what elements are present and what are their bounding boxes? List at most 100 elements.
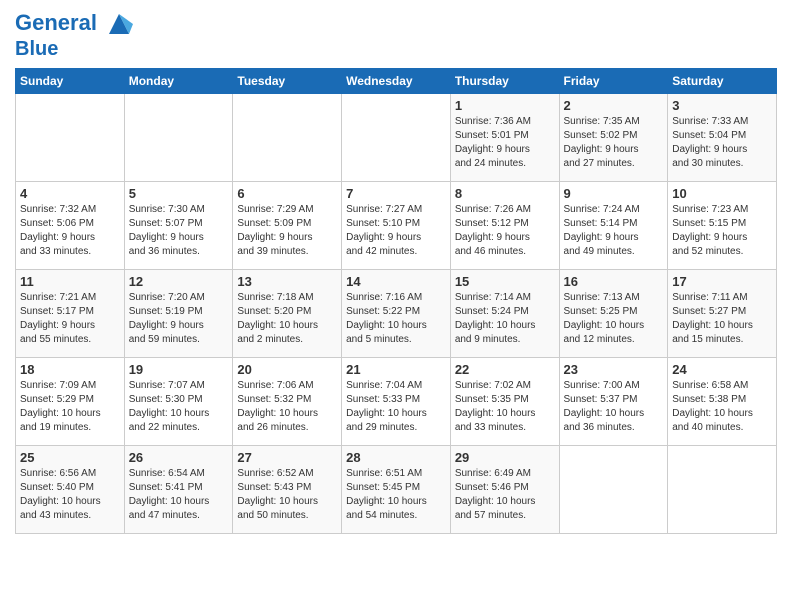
day-number: 14 (346, 274, 446, 289)
day-cell (16, 94, 125, 182)
day-number: 3 (672, 98, 772, 113)
day-number: 18 (20, 362, 120, 377)
week-row-2: 4 Sunrise: 7:32 AM Sunset: 5:06 PM Daylig… (16, 182, 777, 270)
day-cell: 19 Sunrise: 7:07 AM Sunset: 5:30 PM Dayli… (124, 358, 233, 446)
header-saturday: Saturday (668, 69, 777, 94)
header-friday: Friday (559, 69, 668, 94)
day-info: Sunrise: 7:32 AM Sunset: 5:06 PM Dayligh… (20, 203, 120, 259)
logo: General Blue (15, 10, 133, 60)
day-number: 15 (455, 274, 555, 289)
week-row-3: 11 Sunrise: 7:21 AM Sunset: 5:17 PM Dayli… (16, 270, 777, 358)
day-info: Sunrise: 6:54 AM Sunset: 5:41 PM Dayligh… (129, 467, 229, 523)
day-info: Sunrise: 7:24 AM Sunset: 5:14 PM Dayligh… (564, 203, 664, 259)
header-sunday: Sunday (16, 69, 125, 94)
day-cell: 29 Sunrise: 6:49 AM Sunset: 5:46 PM Dayli… (450, 446, 559, 534)
calendar-table: SundayMondayTuesdayWednesdayThursdayFrid… (15, 68, 777, 534)
day-cell (559, 446, 668, 534)
day-cell: 13 Sunrise: 7:18 AM Sunset: 5:20 PM Dayli… (233, 270, 342, 358)
week-row-4: 18 Sunrise: 7:09 AM Sunset: 5:29 PM Dayli… (16, 358, 777, 446)
day-cell: 1Sunrise: 7:36 AM Sunset: 5:01 PM Daylig… (450, 94, 559, 182)
day-info: Sunrise: 6:49 AM Sunset: 5:46 PM Dayligh… (455, 467, 555, 523)
day-number: 19 (129, 362, 229, 377)
header-wednesday: Wednesday (342, 69, 451, 94)
day-number: 4 (20, 186, 120, 201)
day-number: 25 (20, 450, 120, 465)
day-info: Sunrise: 7:11 AM Sunset: 5:27 PM Dayligh… (672, 291, 772, 347)
day-number: 17 (672, 274, 772, 289)
logo-general: General (15, 10, 97, 35)
day-cell: 21 Sunrise: 7:04 AM Sunset: 5:33 PM Dayli… (342, 358, 451, 446)
page-header: General Blue (15, 10, 777, 60)
day-cell: 15 Sunrise: 7:14 AM Sunset: 5:24 PM Dayli… (450, 270, 559, 358)
day-info: Sunrise: 7:30 AM Sunset: 5:07 PM Dayligh… (129, 203, 229, 259)
day-cell: 2Sunrise: 7:35 AM Sunset: 5:02 PM Daylig… (559, 94, 668, 182)
day-info: Sunrise: 7:02 AM Sunset: 5:35 PM Dayligh… (455, 379, 555, 435)
day-number: 10 (672, 186, 772, 201)
header-tuesday: Tuesday (233, 69, 342, 94)
day-cell: 26 Sunrise: 6:54 AM Sunset: 5:41 PM Dayli… (124, 446, 233, 534)
day-cell: 10 Sunrise: 7:23 AM Sunset: 5:15 PM Dayli… (668, 182, 777, 270)
day-cell: 8 Sunrise: 7:26 AM Sunset: 5:12 PM Daylig… (450, 182, 559, 270)
day-number: 22 (455, 362, 555, 377)
day-cell: 25 Sunrise: 6:56 AM Sunset: 5:40 PM Dayli… (16, 446, 125, 534)
day-info: Sunrise: 7:20 AM Sunset: 5:19 PM Dayligh… (129, 291, 229, 347)
day-cell: 9Sunrise: 7:24 AM Sunset: 5:14 PM Daylig… (559, 182, 668, 270)
day-number: 21 (346, 362, 446, 377)
day-cell: 23 Sunrise: 7:00 AM Sunset: 5:37 PM Dayli… (559, 358, 668, 446)
day-number: 24 (672, 362, 772, 377)
day-cell: 18 Sunrise: 7:09 AM Sunset: 5:29 PM Dayli… (16, 358, 125, 446)
day-cell: 14Sunrise: 7:16 AM Sunset: 5:22 PM Dayli… (342, 270, 451, 358)
day-cell: 22 Sunrise: 7:02 AM Sunset: 5:35 PM Dayli… (450, 358, 559, 446)
day-info: Sunrise: 7:14 AM Sunset: 5:24 PM Dayligh… (455, 291, 555, 347)
day-info: Sunrise: 7:23 AM Sunset: 5:15 PM Dayligh… (672, 203, 772, 259)
day-number: 28 (346, 450, 446, 465)
week-row-5: 25 Sunrise: 6:56 AM Sunset: 5:40 PM Dayli… (16, 446, 777, 534)
logo-text: General (15, 10, 133, 38)
day-info: Sunrise: 7:07 AM Sunset: 5:30 PM Dayligh… (129, 379, 229, 435)
day-cell: 24 Sunrise: 6:58 AM Sunset: 5:38 PM Dayli… (668, 358, 777, 446)
day-info: Sunrise: 7:29 AM Sunset: 5:09 PM Dayligh… (237, 203, 337, 259)
day-info: Sunrise: 7:26 AM Sunset: 5:12 PM Dayligh… (455, 203, 555, 259)
day-cell: 12 Sunrise: 7:20 AM Sunset: 5:19 PM Dayli… (124, 270, 233, 358)
day-info: Sunrise: 6:52 AM Sunset: 5:43 PM Dayligh… (237, 467, 337, 523)
day-cell: 6Sunrise: 7:29 AM Sunset: 5:09 PM Daylig… (233, 182, 342, 270)
day-number: 16 (564, 274, 664, 289)
day-info: Sunrise: 7:04 AM Sunset: 5:33 PM Dayligh… (346, 379, 446, 435)
day-cell: 28 Sunrise: 6:51 AM Sunset: 5:45 PM Dayli… (342, 446, 451, 534)
day-number: 12 (129, 274, 229, 289)
day-cell: 16 Sunrise: 7:13 AM Sunset: 5:25 PM Dayli… (559, 270, 668, 358)
day-info: Sunrise: 6:58 AM Sunset: 5:38 PM Dayligh… (672, 379, 772, 435)
day-cell: 4 Sunrise: 7:32 AM Sunset: 5:06 PM Daylig… (16, 182, 125, 270)
day-info: Sunrise: 7:27 AM Sunset: 5:10 PM Dayligh… (346, 203, 446, 259)
day-number: 5 (129, 186, 229, 201)
day-info: Sunrise: 7:18 AM Sunset: 5:20 PM Dayligh… (237, 291, 337, 347)
day-number: 26 (129, 450, 229, 465)
day-cell: 17 Sunrise: 7:11 AM Sunset: 5:27 PM Dayli… (668, 270, 777, 358)
day-number: 7 (346, 186, 446, 201)
day-number: 23 (564, 362, 664, 377)
day-number: 13 (237, 274, 337, 289)
day-number: 29 (455, 450, 555, 465)
day-info: Sunrise: 7:00 AM Sunset: 5:37 PM Dayligh… (564, 379, 664, 435)
day-cell: 11 Sunrise: 7:21 AM Sunset: 5:17 PM Dayli… (16, 270, 125, 358)
day-info: Sunrise: 7:09 AM Sunset: 5:29 PM Dayligh… (20, 379, 120, 435)
day-number: 2 (564, 98, 664, 113)
header-monday: Monday (124, 69, 233, 94)
day-info: Sunrise: 6:56 AM Sunset: 5:40 PM Dayligh… (20, 467, 120, 523)
calendar-header-row: SundayMondayTuesdayWednesdayThursdayFrid… (16, 69, 777, 94)
day-number: 11 (20, 274, 120, 289)
day-info: Sunrise: 7:21 AM Sunset: 5:17 PM Dayligh… (20, 291, 120, 347)
day-info: Sunrise: 7:33 AM Sunset: 5:04 PM Dayligh… (672, 115, 772, 171)
logo-blue: Blue (15, 38, 133, 60)
day-number: 20 (237, 362, 337, 377)
day-number: 1 (455, 98, 555, 113)
day-info: Sunrise: 6:51 AM Sunset: 5:45 PM Dayligh… (346, 467, 446, 523)
day-cell: 5 Sunrise: 7:30 AM Sunset: 5:07 PM Daylig… (124, 182, 233, 270)
day-cell: 20Sunrise: 7:06 AM Sunset: 5:32 PM Dayli… (233, 358, 342, 446)
day-cell: 27 Sunrise: 6:52 AM Sunset: 5:43 PM Dayli… (233, 446, 342, 534)
day-number: 8 (455, 186, 555, 201)
week-row-1: 1Sunrise: 7:36 AM Sunset: 5:01 PM Daylig… (16, 94, 777, 182)
day-number: 27 (237, 450, 337, 465)
day-info: Sunrise: 7:13 AM Sunset: 5:25 PM Dayligh… (564, 291, 664, 347)
day-cell (342, 94, 451, 182)
